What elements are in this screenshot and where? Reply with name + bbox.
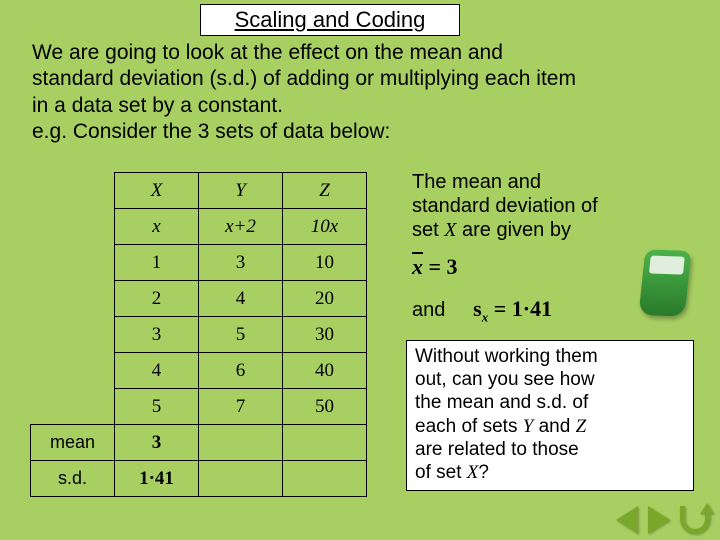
table-row: 2420 [31, 281, 367, 317]
table-row: X Y Z [31, 173, 367, 209]
data-table: X Y Z x x+2 10x 1310 2420 3530 4640 5750… [30, 172, 367, 497]
return-icon[interactable] [680, 506, 710, 534]
table-row: s.d. 1·41 [31, 461, 367, 497]
and-text: and sx = 1·41 [412, 296, 552, 325]
intro-line: e.g. Consider the 3 sets of data below: [32, 120, 390, 143]
intro-text: We are going to look at the effect on th… [32, 40, 700, 145]
row-header-mean: mean [31, 425, 115, 461]
col-header-y: Y [199, 173, 283, 209]
intro-line: standard deviation (s.d.) of adding or m… [32, 67, 576, 90]
question-box: Without working them out, can you see ho… [406, 340, 694, 491]
table-row: x x+2 10x [31, 209, 367, 245]
table-row: 4640 [31, 353, 367, 389]
prev-slide-icon[interactable] [616, 506, 638, 534]
table-row: 1310 [31, 245, 367, 281]
intro-line: in a data set by a constant. [32, 94, 283, 117]
slide-nav [616, 506, 710, 534]
calculator-icon [642, 250, 702, 330]
expr-x: x [115, 209, 199, 245]
sd-x: 1·41 [115, 461, 199, 497]
col-header-z: Z [283, 173, 367, 209]
next-slide-icon[interactable] [648, 506, 670, 534]
col-header-x: X [115, 173, 199, 209]
row-header-sd: s.d. [31, 461, 115, 497]
table-row: 3530 [31, 317, 367, 353]
expr-z: 10x [283, 209, 367, 245]
formula-sd: sx = 1·41 [473, 296, 552, 321]
table-row: mean 3 [31, 425, 367, 461]
slide-title: Scaling and Coding [200, 4, 460, 36]
intro-line: We are going to look at the effect on th… [32, 41, 503, 64]
mean-x: 3 [115, 425, 199, 461]
expr-y: x+2 [199, 209, 283, 245]
table-row: 5750 [31, 389, 367, 425]
